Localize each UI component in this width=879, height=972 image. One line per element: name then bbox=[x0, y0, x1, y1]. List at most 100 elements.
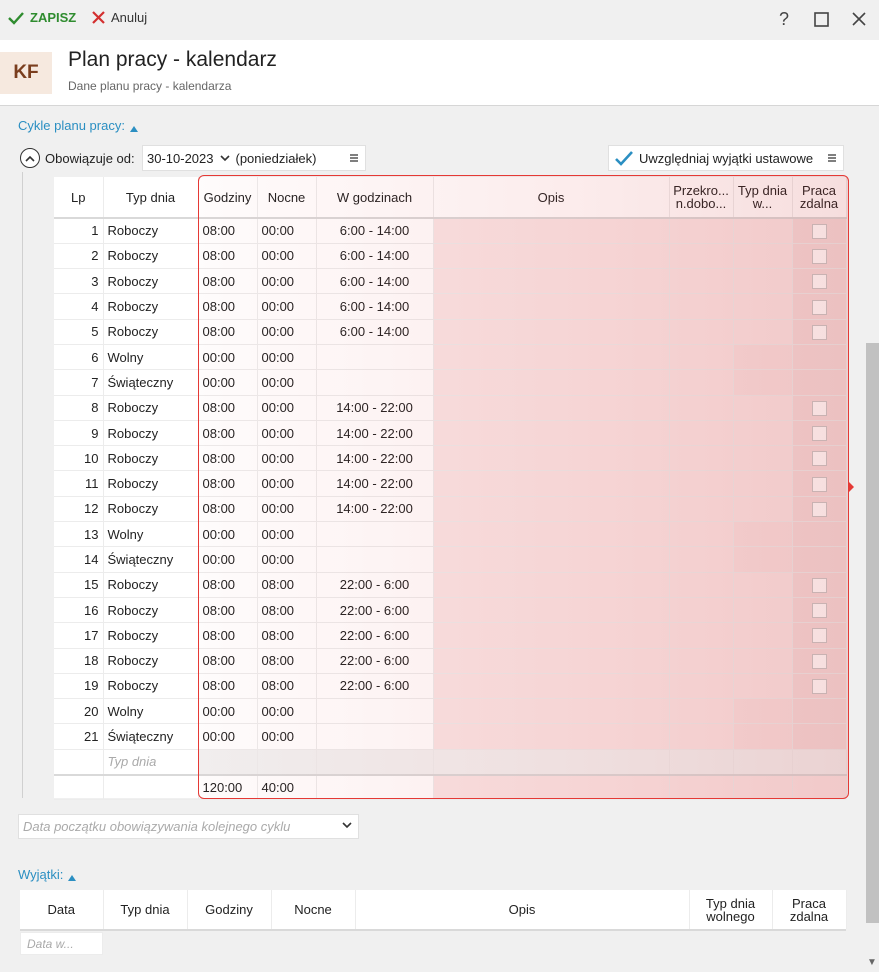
col-header-typ-dnia[interactable]: Typ dnia bbox=[103, 177, 199, 219]
cycles-section-toggle[interactable]: Cykle planu pracy: bbox=[18, 118, 138, 133]
cell-godziny[interactable]: 00:00 bbox=[198, 369, 258, 396]
remote-work-checkbox[interactable] bbox=[811, 577, 827, 593]
cell-typ-dnia-wolnego[interactable] bbox=[733, 648, 793, 674]
cell-przekroczenie[interactable] bbox=[669, 445, 734, 472]
cell-nocne[interactable]: 00:00 bbox=[257, 698, 317, 725]
exc-col-data[interactable]: Data bbox=[20, 890, 104, 929]
cell-typ-dnia[interactable]: Roboczy bbox=[103, 218, 199, 244]
cell-opis[interactable] bbox=[433, 369, 670, 396]
cell-typ-dnia-wolnego[interactable] bbox=[733, 395, 793, 421]
col-header-opis[interactable]: Opis bbox=[433, 177, 670, 219]
valid-from-date-field[interactable]: 30-10-2023 (poniedziałek) bbox=[142, 145, 366, 171]
maximize-button[interactable] bbox=[810, 8, 832, 30]
cell-praca-zdalna[interactable] bbox=[792, 723, 847, 750]
cell-nocne[interactable]: 00:00 bbox=[257, 218, 317, 244]
cell-godziny[interactable]: 00:00 bbox=[198, 546, 258, 573]
cell-nocne[interactable]: 08:00 bbox=[257, 648, 317, 674]
table-row[interactable]: 19 Roboczy 08:00 08:00 22:00 - 6:00 bbox=[54, 673, 847, 700]
cell-typ-dnia-wolnego[interactable] bbox=[733, 420, 793, 447]
cell-przekroczenie[interactable] bbox=[669, 496, 734, 523]
table-row[interactable]: 5 Roboczy 08:00 00:00 6:00 - 14:00 bbox=[54, 319, 847, 345]
cell-przekroczenie[interactable] bbox=[669, 268, 734, 295]
cell-opis[interactable] bbox=[433, 395, 670, 421]
cell-opis[interactable] bbox=[433, 344, 670, 371]
cell-przekroczenie[interactable] bbox=[669, 572, 734, 598]
cell-praca-zdalna[interactable] bbox=[792, 319, 847, 345]
cell-przekroczenie[interactable] bbox=[669, 293, 734, 320]
cell-typ-dnia-wolnego[interactable] bbox=[733, 546, 793, 573]
cell-przekroczenie[interactable] bbox=[669, 420, 734, 447]
cell-nocne[interactable]: 00:00 bbox=[257, 521, 317, 548]
cell-przekroczenie[interactable] bbox=[669, 673, 734, 700]
help-button[interactable]: ? bbox=[773, 8, 795, 30]
cell-przekroczenie[interactable] bbox=[669, 369, 734, 396]
cancel-button[interactable]: Anuluj bbox=[92, 10, 147, 25]
cell-typ-dnia[interactable]: Roboczy bbox=[103, 420, 199, 447]
table-row[interactable]: 8 Roboczy 08:00 00:00 14:00 - 22:00 bbox=[54, 395, 847, 421]
cell-przekroczenie[interactable] bbox=[669, 218, 734, 244]
cell-praca-zdalna[interactable] bbox=[792, 622, 847, 649]
close-window-button[interactable] bbox=[848, 8, 870, 30]
new-row-typ-dnia-input[interactable]: Typ dnia bbox=[103, 749, 199, 776]
scrollbar-thumb[interactable] bbox=[866, 343, 879, 923]
cell-godziny[interactable]: 08:00 bbox=[198, 445, 258, 472]
remote-work-checkbox[interactable] bbox=[811, 324, 827, 340]
remote-work-checkbox[interactable] bbox=[811, 400, 827, 416]
cell-godziny[interactable]: 08:00 bbox=[198, 243, 258, 270]
table-row[interactable]: 13 Wolny 00:00 00:00 bbox=[54, 521, 847, 548]
cell-w-godzinach[interactable] bbox=[316, 698, 434, 725]
cell-przekroczenie[interactable] bbox=[669, 698, 734, 725]
table-row[interactable]: 21 Świąteczny 00:00 00:00 bbox=[54, 723, 847, 750]
cell-typ-dnia-wolnego[interactable] bbox=[733, 673, 793, 700]
cell-praca-zdalna[interactable] bbox=[792, 521, 847, 548]
cell-typ-dnia-wolnego[interactable] bbox=[733, 698, 793, 725]
exc-col-godziny[interactable]: Godziny bbox=[187, 890, 272, 929]
cell-nocne[interactable]: 08:00 bbox=[257, 572, 317, 598]
cell-typ-dnia[interactable]: Wolny bbox=[103, 698, 199, 725]
cell-w-godzinach[interactable]: 6:00 - 14:00 bbox=[316, 243, 434, 270]
cell-godziny[interactable]: 08:00 bbox=[198, 420, 258, 447]
cell-opis[interactable] bbox=[433, 648, 670, 674]
cell-praca-zdalna[interactable] bbox=[792, 218, 847, 244]
chevron-down-icon[interactable] bbox=[219, 154, 230, 162]
cell-godziny[interactable]: 08:00 bbox=[198, 496, 258, 523]
cell-praca-zdalna[interactable] bbox=[792, 268, 847, 295]
cell-przekroczenie[interactable] bbox=[669, 648, 734, 674]
cell-godziny[interactable]: 08:00 bbox=[198, 572, 258, 598]
next-cycle-date-field[interactable]: Data początku obowiązywania kolejnego cy… bbox=[18, 814, 359, 839]
cell-praca-zdalna[interactable] bbox=[792, 293, 847, 320]
cell-opis[interactable] bbox=[433, 521, 670, 548]
exc-col-typ-dnia-wolnego[interactable]: Typ dnia wolnego bbox=[689, 890, 773, 929]
table-row[interactable]: 1 Roboczy 08:00 00:00 6:00 - 14:00 bbox=[54, 218, 847, 244]
cell-w-godzinach[interactable] bbox=[316, 546, 434, 573]
cell-praca-zdalna[interactable] bbox=[792, 395, 847, 421]
table-row[interactable]: 17 Roboczy 08:00 08:00 22:00 - 6:00 bbox=[54, 622, 847, 649]
cell-typ-dnia[interactable]: Roboczy bbox=[103, 597, 199, 624]
cell-typ-dnia[interactable]: Roboczy bbox=[103, 243, 199, 270]
cell-opis[interactable] bbox=[433, 546, 670, 573]
col-header-praca-zdalna[interactable]: Praca zdalna bbox=[792, 177, 847, 219]
cell-nocne[interactable]: 00:00 bbox=[257, 319, 317, 345]
table-row[interactable]: 10 Roboczy 08:00 00:00 14:00 - 22:00 bbox=[54, 445, 847, 472]
cell-w-godzinach[interactable]: 14:00 - 22:00 bbox=[316, 496, 434, 523]
cell-praca-zdalna[interactable] bbox=[792, 698, 847, 725]
cell-przekroczenie[interactable] bbox=[669, 622, 734, 649]
cell-w-godzinach[interactable] bbox=[316, 369, 434, 396]
cell-w-godzinach[interactable] bbox=[316, 521, 434, 548]
exc-col-opis[interactable]: Opis bbox=[355, 890, 690, 929]
cell-opis[interactable] bbox=[433, 673, 670, 700]
cell-godziny[interactable]: 08:00 bbox=[198, 218, 258, 244]
table-row[interactable]: 9 Roboczy 08:00 00:00 14:00 - 22:00 bbox=[54, 420, 847, 447]
remote-work-checkbox[interactable] bbox=[811, 679, 827, 695]
cell-godziny[interactable]: 00:00 bbox=[198, 723, 258, 750]
cell-godziny[interactable]: 08:00 bbox=[198, 470, 258, 497]
table-row[interactable]: 7 Świąteczny 00:00 00:00 bbox=[54, 369, 847, 396]
cell-opis[interactable] bbox=[433, 496, 670, 523]
cell-typ-dnia[interactable]: Świąteczny bbox=[103, 546, 199, 573]
cell-opis[interactable] bbox=[433, 218, 670, 244]
cell-opis[interactable] bbox=[433, 698, 670, 725]
cell-w-godzinach[interactable]: 22:00 - 6:00 bbox=[316, 572, 434, 598]
cell-opis[interactable] bbox=[433, 319, 670, 345]
remote-work-checkbox[interactable] bbox=[811, 476, 827, 492]
cell-typ-dnia[interactable]: Roboczy bbox=[103, 319, 199, 345]
